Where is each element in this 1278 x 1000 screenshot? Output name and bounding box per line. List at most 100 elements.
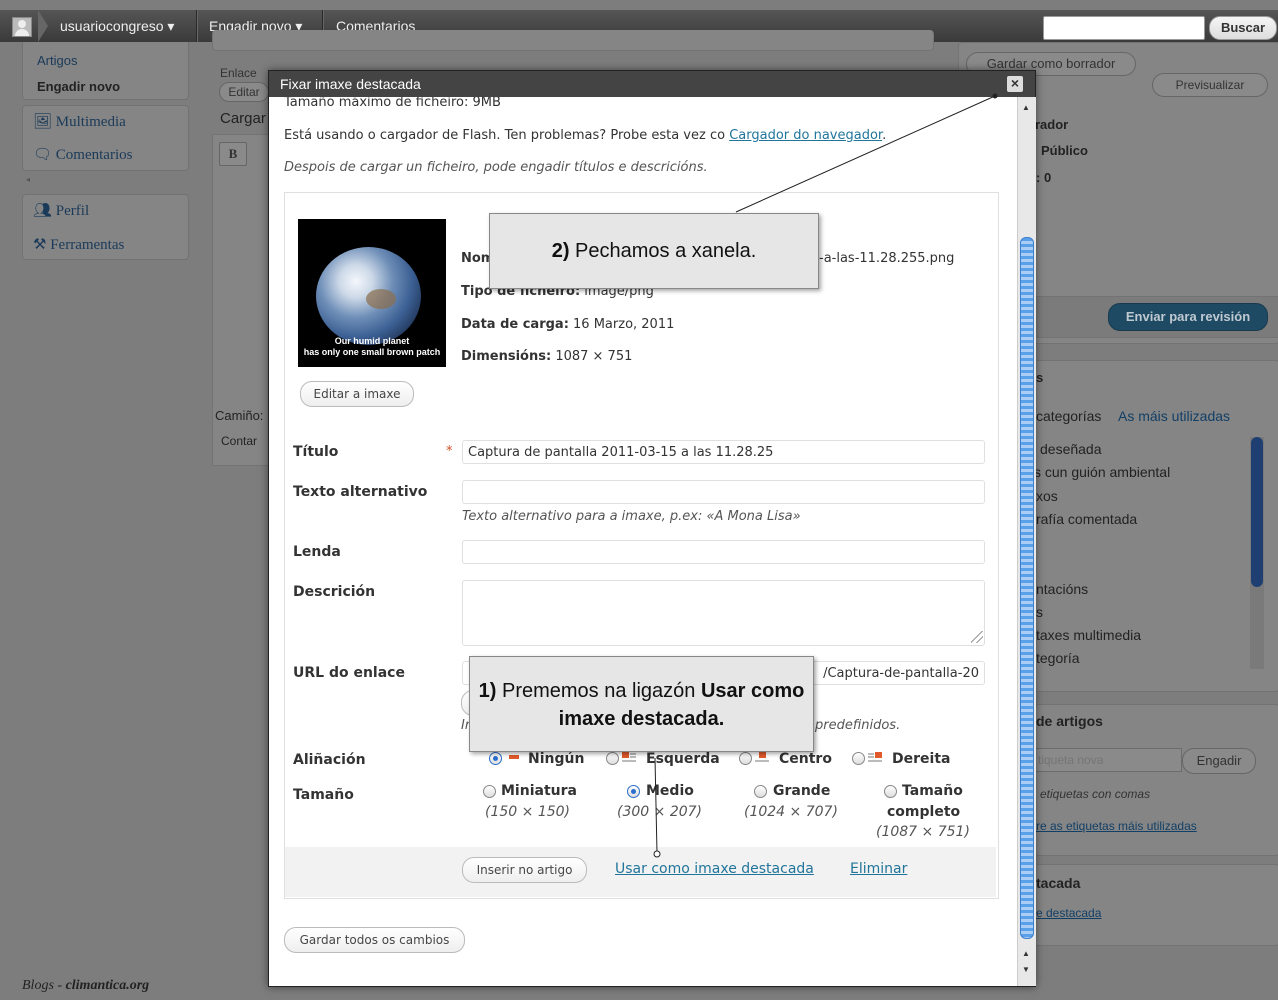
bg-categories-title: s xyxy=(1036,370,1044,385)
bg-category-item[interactable]: s cun guión ambiental xyxy=(1034,464,1170,480)
description-label: Descrición xyxy=(293,584,376,600)
bg-submit-review-button[interactable]: Enviar para revisión xyxy=(1108,303,1268,331)
browser-uploader-link[interactable]: Cargador do navegador xyxy=(729,128,882,143)
size-label: Tamaño xyxy=(293,787,354,803)
thumbnail-caption-line1: Our humid planet xyxy=(334,336,410,346)
upload-date-row: Data de carga: 16 Marzo, 2011 xyxy=(461,317,675,332)
footer-brand[interactable]: Blogs - climantica.org xyxy=(22,978,149,994)
bg-word-count: Contar xyxy=(221,434,258,448)
size-thumbnail-label[interactable]: Miniatura xyxy=(501,783,577,799)
bg-categories-tab-all[interactable]: categorías xyxy=(1036,408,1101,424)
avatar-icon[interactable] xyxy=(12,17,32,37)
bg-upload-label: Cargar xyxy=(220,110,266,127)
size-thumbnail-radio[interactable] xyxy=(483,785,496,798)
align-left-radio[interactable] xyxy=(606,752,619,765)
caption-label: Lenda xyxy=(293,544,341,560)
delete-link[interactable]: Eliminar xyxy=(850,861,907,877)
dimensions-row: Dimensións: 1087 × 751 xyxy=(461,349,633,364)
scroll-up-arrow-icon[interactable]: ▲ xyxy=(1022,103,1030,112)
bg-category-item[interactable]: rafía comentada xyxy=(1036,511,1137,527)
align-center-radio[interactable] xyxy=(739,752,752,765)
align-none-icon xyxy=(509,753,523,763)
profile-icon: 👥︎ xyxy=(33,203,56,219)
sidebar-subitem-posts[interactable]: Artigos xyxy=(37,53,77,68)
bg-set-featured-link[interactable]: e destacada xyxy=(1036,906,1101,920)
size-full-label[interactable]: Tamaño xyxy=(902,783,963,799)
save-all-changes-button[interactable]: Gardar todos os cambios xyxy=(284,927,465,953)
required-mark: * xyxy=(446,444,453,459)
align-left-icon xyxy=(622,752,636,762)
align-right-icon xyxy=(868,752,882,762)
bg-category-item[interactable]: ntacións xyxy=(1036,581,1088,597)
size-large-radio[interactable] xyxy=(754,785,767,798)
adminbar-search-input[interactable] xyxy=(1043,16,1205,40)
bg-category-item[interactable]: xos xyxy=(1036,488,1058,504)
featured-image-dialog: Fixar imaxe destacada × Tamaño máximo de… xyxy=(268,70,1036,987)
callout-step-2: 2) Pechamos a xanela. xyxy=(489,213,819,289)
align-right-radio[interactable] xyxy=(852,752,865,765)
bg-popular-tags-link[interactable]: re as etiquetas máis utilizadas xyxy=(1036,819,1197,833)
description-textarea[interactable] xyxy=(462,580,985,646)
size-full-label-2[interactable]: completo xyxy=(887,804,960,820)
file-name-value: -a-las-11.28.255.png xyxy=(819,251,955,266)
adminbar-user-menu[interactable]: usuariocongreso ▾ xyxy=(60,10,174,42)
scroll-down-arrow-icon[interactable]: ▼ xyxy=(1022,965,1030,974)
bg-tags-title: de artigos xyxy=(1036,713,1103,729)
scroll-up-arrow-icon[interactable]: ▲ xyxy=(1022,949,1030,958)
caption-input[interactable] xyxy=(462,540,985,564)
edit-image-button[interactable]: Editar a imaxe xyxy=(300,381,414,407)
align-center-icon xyxy=(755,752,769,762)
align-center-label[interactable]: Centro xyxy=(779,751,832,767)
adminbar-search-button[interactable]: Buscar xyxy=(1209,16,1277,40)
alt-text-input[interactable] xyxy=(462,480,985,504)
bg-preview-button[interactable]: Previsualizar xyxy=(1152,73,1268,97)
sidebar-subitem-add-new[interactable]: Engadir novo xyxy=(37,79,120,94)
size-medium-label[interactable]: Medio xyxy=(646,783,694,799)
bg-category-item[interactable]: deseñada xyxy=(1040,441,1102,457)
bg-categories-scroll-thumb[interactable] xyxy=(1251,437,1263,587)
bg-title-box xyxy=(212,30,934,51)
align-right-label[interactable]: Dereita xyxy=(892,751,950,767)
bg-categories-scrollbar[interactable] xyxy=(1250,437,1264,669)
bg-add-tag-button[interactable]: Engadir xyxy=(1182,748,1256,774)
max-file-size-text: Tamaño máximo de ficheiro: 9MB xyxy=(284,97,501,110)
align-none-label[interactable]: Ningún xyxy=(528,751,584,767)
bg-edit-button[interactable]: Editar xyxy=(219,82,269,102)
bg-tags-hint: etiquetas con comas xyxy=(1040,787,1151,801)
sidebar-item-media[interactable]: 🖼︎ Multimedia xyxy=(33,112,126,131)
resize-handle-icon[interactable] xyxy=(971,631,983,643)
sidebar-group-users: 👥︎ Perfil ⚒︎ Ferramentas xyxy=(22,194,189,260)
adminbar-arrow-icon xyxy=(38,10,48,42)
bg-category-item[interactable]: taxes multimedia xyxy=(1036,627,1141,643)
sidebar-item-comments[interactable]: 🗨︎ Comentarios xyxy=(33,145,132,164)
alt-text-hint: Texto alternativo para a imaxe, p.ex: «A… xyxy=(462,509,801,524)
size-large-label[interactable]: Grande xyxy=(773,783,830,799)
size-large-dims: (1024 × 707) xyxy=(744,804,838,820)
bg-revisions-text: : 0 xyxy=(1036,170,1052,185)
media-icon: 🖼︎ xyxy=(33,114,56,130)
sidebar-item-tools[interactable]: ⚒︎ Ferramentas xyxy=(33,235,124,254)
size-full-dims: (1087 × 751) xyxy=(876,824,970,840)
link-url-label: URL do enlace xyxy=(293,665,405,681)
close-icon[interactable]: × xyxy=(1007,76,1023,92)
bg-category-item[interactable]: tegoría xyxy=(1036,650,1080,666)
bg-new-tag-input[interactable] xyxy=(1034,748,1182,772)
title-input[interactable]: Captura de pantalla 2011-03-15 a las 11.… xyxy=(462,440,985,464)
bg-category-item[interactable]: s xyxy=(1036,604,1043,620)
bg-categories-tab-popular[interactable]: As máis utilizadas xyxy=(1118,408,1230,424)
sidebar-posts-submenu: Artigos Engadir novo xyxy=(22,42,189,100)
image-thumbnail: Our humid planet has only one small brow… xyxy=(298,219,446,367)
sidebar-collapse-arrow-icon[interactable]: ◂ xyxy=(26,175,30,184)
size-full-radio[interactable] xyxy=(884,785,897,798)
sidebar-item-profile[interactable]: 👥︎ Perfil xyxy=(33,201,89,220)
align-left-label[interactable]: Esquerda xyxy=(646,751,720,767)
use-as-featured-image-link[interactable]: Usar como imaxe destacada xyxy=(615,861,814,877)
size-medium-dims: (300 × 207) xyxy=(617,804,702,820)
comments-icon: 🗨︎ xyxy=(33,147,56,163)
dialog-scroll-thumb[interactable] xyxy=(1020,237,1034,939)
align-none-radio[interactable] xyxy=(489,752,502,765)
size-medium-radio[interactable] xyxy=(627,785,640,798)
bg-bold-button[interactable]: B xyxy=(219,142,247,166)
dialog-scrollbar[interactable]: ▲ ▲ ▼ xyxy=(1017,97,1036,986)
insert-into-post-button[interactable]: Inserir no artigo xyxy=(462,857,587,883)
